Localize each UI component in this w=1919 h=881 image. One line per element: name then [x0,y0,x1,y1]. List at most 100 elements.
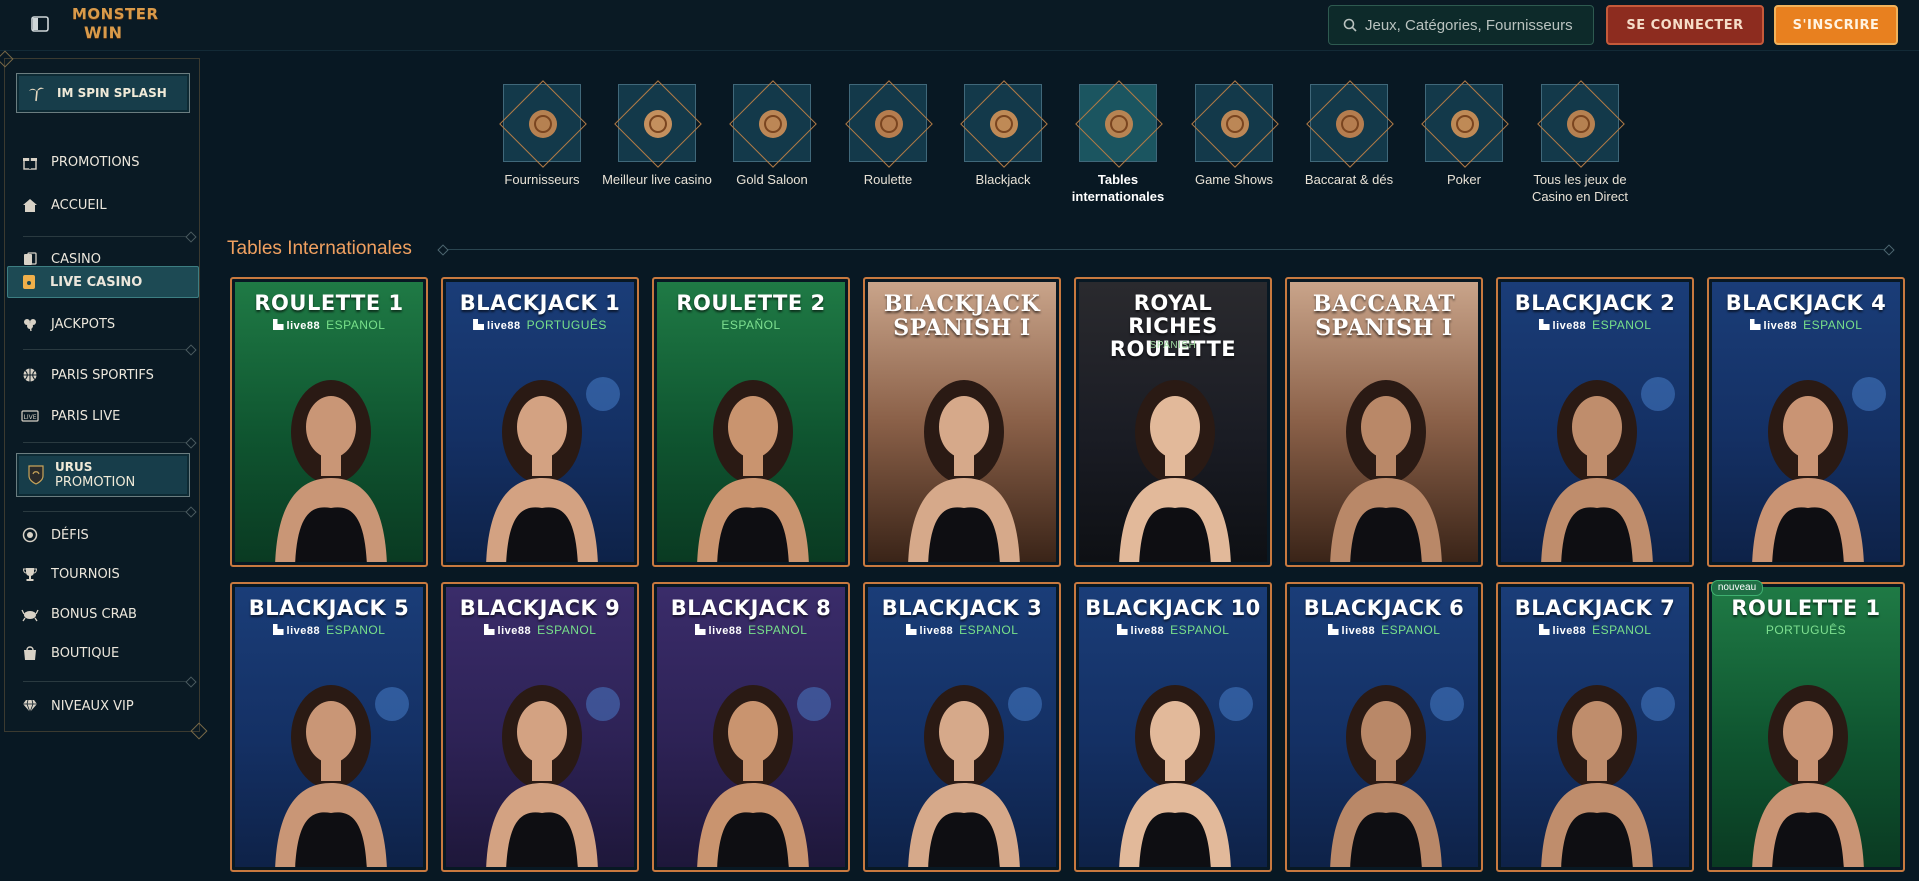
provider-name: live88 [708,625,743,637]
game-thumbnail: BLACKJACK 1 live88 PORTUGUÊS [446,282,634,562]
game-title: BLACKJACK 1 [459,291,621,315]
game-card[interactable]: ROULETTE 2 ESPAÑOL [652,277,850,567]
category-9[interactable]: Tous les jeux de Casino en Direct [1525,80,1635,205]
sidebar-item-label: LIVE CASINO [50,274,143,290]
game-title: BLACKJACK 7 [1514,596,1676,620]
game-thumbnail: ROULETTE 2 ESPAÑOL [657,282,845,562]
category-icon [875,110,903,138]
sidebar-item-live-casino[interactable]: LIVE CASINO [7,266,199,298]
sidebar-item-jackpots[interactable]: JACKPOTS [19,309,189,339]
sidebar-item-accueil[interactable]: ACCUEIL [19,190,189,220]
category-tile [499,80,587,168]
target-icon [22,527,38,543]
category-tile [729,80,817,168]
game-card[interactable]: BLACKJACK 5 live88 ESPANOL [230,582,428,872]
sidebar-item-promotions[interactable]: PROMOTIONS [19,147,189,177]
live-card-icon [23,275,35,289]
game-card[interactable]: BLACKJACK 6 live88 ESPANOL [1285,582,1483,872]
game-card[interactable]: ROULETTE 1 PORTUGUÊS [1707,582,1905,872]
game-language: live88 ESPANOL [1501,318,1689,332]
category-tile [614,80,702,168]
category-icon [1567,110,1595,138]
provider-logo: live88 [1538,624,1587,637]
game-card[interactable]: BLACKJACK 4 live88 ESPANOL [1707,277,1905,567]
sidebar-divider [23,511,193,512]
promo-urus[interactable]: URUS PROMOTION [16,453,190,497]
language-label: ESPAÑOL [721,318,781,332]
blackjack-21-icon [1641,377,1675,411]
category-6[interactable]: Game Shows [1179,80,1289,188]
sidebar-item-niveaux-vip[interactable]: NIVEAUX VIP [19,691,189,721]
category-tile [1421,80,1509,168]
sidebar-item-label: PROMOTIONS [51,154,140,170]
game-language: live88 ESPANOL [657,623,845,637]
sidebar-item-defis[interactable]: DÉFIS [19,520,189,550]
category-5[interactable]: Tables internationales [1063,80,1173,205]
game-thumbnail: BACCARAT SPANISH I [1290,282,1478,562]
lamborghini-shield-icon [28,465,44,485]
game-language: ESPAÑOL [657,318,845,332]
monsterwin-logo[interactable]: MONSTER WIN [72,5,158,45]
sidebar-item-bonus-crab[interactable]: BONUS CRAB [19,599,189,629]
game-card[interactable]: BACCARAT SPANISH I [1285,277,1483,567]
game-card[interactable]: BLACKJACK 3 live88 ESPANOL [863,582,1061,872]
sidebar-item-label: JACKPOTS [51,316,116,332]
game-language: live88 ESPANOL [1712,318,1900,332]
game-title: BLACKJACK 10 [1085,596,1261,620]
game-card[interactable]: BLACKJACK 10 live88 ESPANOL [1074,582,1272,872]
provider-name: live88 [497,625,532,637]
category-2[interactable]: Gold Saloon [717,80,827,188]
promo-im-spin-splash[interactable]: IM SPIN SPLASH [16,73,190,113]
category-label: Baccarat & dés [1304,172,1394,187]
category-1[interactable]: Meilleur live casino [602,80,712,188]
category-3[interactable]: Roulette [833,80,943,188]
provider-logo: live88 [694,624,743,637]
top-bar: MONSTER WIN SE CONNECTER S'INSCRIRE [0,0,1919,51]
category-8[interactable]: Poker [1409,80,1519,188]
sidebar-item-label: BONUS CRAB [51,606,137,622]
game-card[interactable]: BLACKJACK 9 live88 ESPANOL [441,582,639,872]
game-thumbnail: BLACKJACK 4 live88 ESPANOL [1712,282,1900,562]
game-thumbnail: ROULETTE 1 PORTUGUÊS [1712,587,1900,867]
signup-button[interactable]: S'INSCRIRE [1774,5,1898,45]
promo-urus-title: URUS [55,460,93,474]
game-card[interactable]: ROULETTE 1 live88 ESPANOL [230,277,428,567]
blackjack-21-icon [1008,687,1042,721]
provider-logo: live88 [1327,624,1376,637]
blackjack-21-icon [1430,687,1464,721]
game-card[interactable]: BLACKJACK 7 live88 ESPANOL [1496,582,1694,872]
sidebar-item-label: CASINO [51,251,102,267]
category-label: Game Shows [1194,172,1274,187]
game-thumbnail: BLACKJACK 6 live88 ESPANOL [1290,587,1478,867]
game-card[interactable]: BLACKJACK SPANISH I [863,277,1061,567]
sidebar-toggle-icon[interactable] [30,14,50,34]
sidebar-item-paris-sportifs[interactable]: PARIS SPORTIFS [19,360,189,390]
category-icon [759,110,787,138]
game-card[interactable]: BLACKJACK 1 live88 PORTUGUÊS [441,277,639,567]
game-title: BLACKJACK 2 [1514,291,1676,315]
game-language: live88 PORTUGUÊS [446,318,634,332]
category-4[interactable]: Blackjack [948,80,1058,188]
language-label: PORTUGUÊS [526,318,607,332]
search-box[interactable] [1328,5,1594,45]
sidebar-item-paris-live[interactable]: LIVE PARIS LIVE [19,401,189,431]
blackjack-21-icon [1852,377,1886,411]
game-thumbnail: BLACKJACK 10 live88 ESPANOL [1079,587,1267,867]
provider-logo: live88 [272,319,321,332]
provider-logo: live88 [473,319,521,332]
game-thumbnail: ROULETTE 1 live88 ESPANOL [235,282,423,562]
search-input[interactable] [1363,15,1587,35]
language-label: ESPANOL [1592,318,1652,332]
category-7[interactable]: Baccarat & dés [1294,80,1404,188]
logo-line-1: MONSTER [72,5,159,23]
category-label: Tous les jeux de Casino en Direct [1531,172,1629,204]
category-0[interactable]: Fournisseurs [487,80,597,188]
game-card[interactable]: BLACKJACK 2 live88 ESPANOL [1496,277,1694,567]
sidebar-item-tournois[interactable]: TOURNOIS [19,559,189,589]
game-card[interactable]: BLACKJACK 8 live88 ESPANOL [652,582,850,872]
game-card[interactable]: ROYAL RICHES ROULETTE SPANISH [1074,277,1272,567]
shopping-bag-icon [24,646,36,660]
game-thumbnail: ROYAL RICHES ROULETTE SPANISH [1079,282,1267,562]
login-button[interactable]: SE CONNECTER [1606,5,1764,45]
sidebar-item-boutique[interactable]: BOUTIQUE [19,638,189,668]
